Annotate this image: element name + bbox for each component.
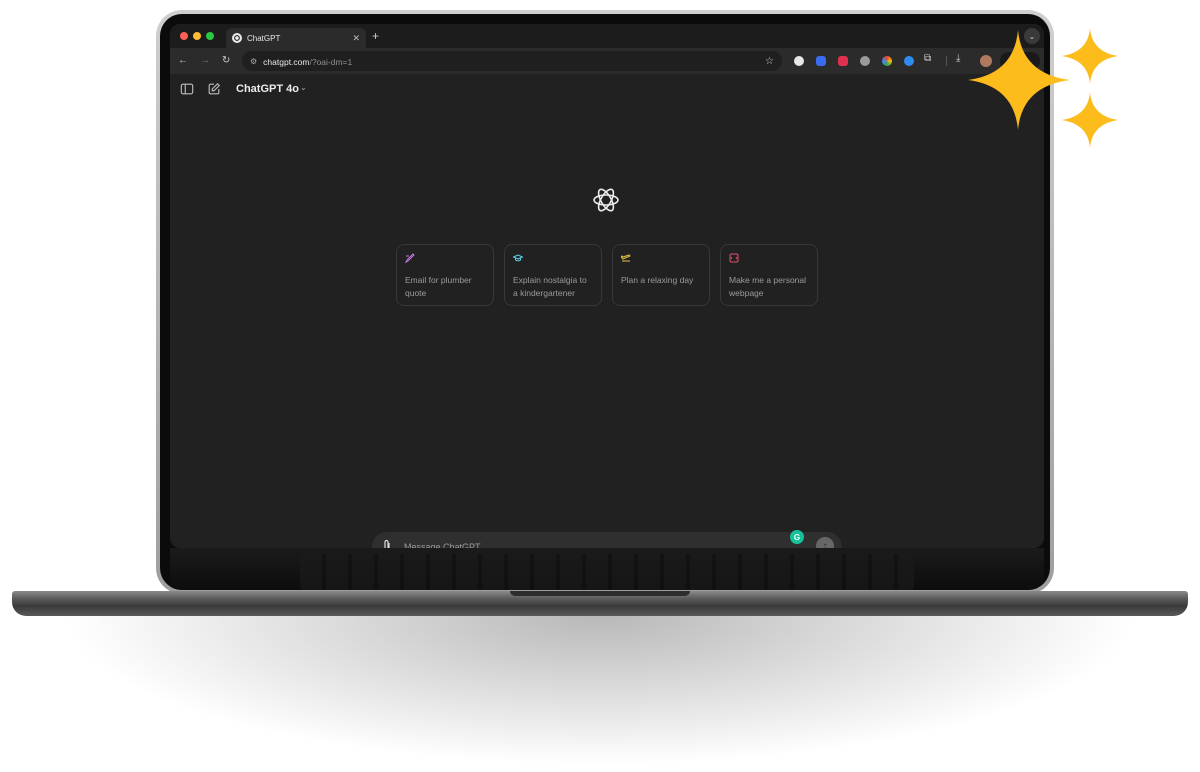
sidebar-toggle-icon[interactable] [180,82,194,96]
minimize-window-button[interactable] [193,32,201,40]
suggestion-card[interactable]: Make me a personal webpage [720,244,818,306]
site-info-icon[interactable]: ⚙ [250,57,257,66]
new-chat-icon[interactable] [207,82,221,96]
model-selector[interactable]: ChatGPT 4o [236,83,299,95]
laptop-notch [510,591,690,596]
pen-icon [404,253,415,264]
message-composer: G ↑ [372,530,842,548]
extension-icon[interactable] [794,56,804,66]
keyboard-reflection [170,548,1044,590]
extension-icon[interactable] [904,56,914,66]
url-text: chatgpt.com/?oai-dm=1 [263,52,352,70]
toolbar-divider [946,56,947,66]
forward-arrow-icon[interactable]: → [200,54,210,68]
reload-icon[interactable]: ↻ [222,54,230,68]
maximize-window-button[interactable] [206,32,214,40]
close-window-button[interactable] [180,32,188,40]
suggestion-card[interactable]: Explain nostalgia to a kindergartener [504,244,602,306]
suggestion-label: Make me a personal webpage [729,275,807,298]
tab-chatgpt[interactable]: ChatGPT ✕ [226,28,366,48]
url-host: chatgpt.com [263,57,310,67]
bookmark-star-icon[interactable]: ☆ [765,56,774,67]
color-picker-icon[interactable] [882,56,892,66]
url-path: /?oai-dm=1 [309,57,353,67]
openai-logo-icon [593,188,619,212]
laptop-bezel: ChatGPT ✕ + ⌄ ← → ↻ ⚙ chatgpt.com/?oai-d… [160,14,1050,590]
sparkle-icon [968,28,1118,148]
tab-bar: ChatGPT ✕ + ⌄ [170,24,1044,48]
suggestion-label: Explain nostalgia to a kindergartener [513,275,587,298]
laptop-lid: ChatGPT ✕ + ⌄ ← → ↻ ⚙ chatgpt.com/?oai-d… [156,10,1054,594]
browser-toolbar: ← → ↻ ⚙ chatgpt.com/?oai-dm=1 ☆ ⧉ ⤓ [170,48,1044,74]
address-bar[interactable]: ⚙ chatgpt.com/?oai-dm=1 ☆ [242,51,782,71]
suggestion-cards: Email for plumber quote Explain nostalgi… [396,244,818,306]
suggestion-card[interactable]: Email for plumber quote [396,244,494,306]
arrow-up-icon[interactable]: ↑ [816,537,834,548]
chevron-down-icon[interactable]: ⌄ [300,83,307,92]
paperclip-icon[interactable] [382,539,392,548]
chat-header: ChatGPT 4o ⌄ [170,74,1044,104]
browser-window: ChatGPT ✕ + ⌄ ← → ↻ ⚙ chatgpt.com/?oai-d… [170,24,1044,548]
suggestion-label: Plan a relaxing day [621,275,694,285]
close-icon[interactable]: ✕ [352,33,360,44]
plane-icon [620,254,631,262]
pocket-icon[interactable] [838,56,848,66]
extension-icon[interactable] [860,56,870,66]
new-tab-button[interactable]: + [372,28,379,44]
window-controls [180,32,214,40]
suggestion-label: Email for plumber quote [405,275,472,298]
laptop-shadow [60,616,1140,766]
suggestion-card[interactable]: Plan a relaxing day [612,244,710,306]
grammarly-icon[interactable]: G [790,530,804,544]
message-input[interactable] [404,537,774,548]
back-arrow-icon[interactable]: ← [178,54,188,68]
stage: ChatGPT ✕ + ⌄ ← → ↻ ⚙ chatgpt.com/?oai-d… [0,0,1200,772]
code-icon [729,253,739,263]
tab-title: ChatGPT [247,33,281,43]
graduation-cap-icon [512,254,524,262]
download-icon[interactable]: ⤓ [956,53,960,64]
chatgpt-favicon-icon [232,33,242,43]
puzzle-extensions-icon[interactable]: ⧉ [924,53,931,64]
extension-icon[interactable] [816,56,826,66]
